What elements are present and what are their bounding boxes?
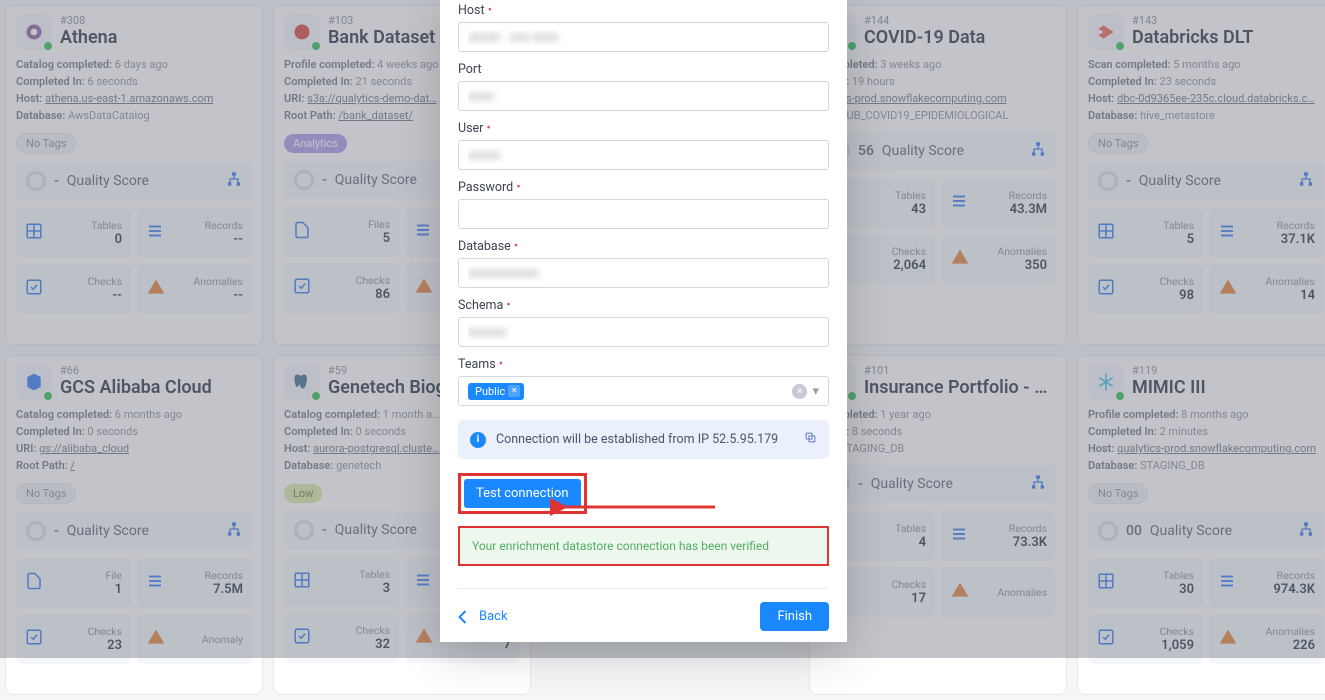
chip-remove-icon[interactable]: × — [508, 385, 520, 397]
info-icon: i — [470, 432, 486, 448]
clear-icon[interactable]: × — [792, 384, 807, 399]
schema-input[interactable] — [458, 317, 829, 347]
schema-label: Schema — [458, 298, 829, 313]
team-chip[interactable]: Public× — [468, 383, 524, 400]
teams-select[interactable]: Public× × ▾ — [458, 376, 829, 406]
password-label: Password — [458, 180, 829, 195]
port-input[interactable] — [458, 81, 829, 111]
ip-info-banner: i Connection will be established from IP… — [458, 420, 829, 459]
success-banner: Your enrichment datastore connection has… — [458, 526, 829, 566]
back-button[interactable]: Back — [458, 609, 508, 624]
host-label: Host — [458, 3, 829, 18]
database-input[interactable] — [458, 258, 829, 288]
database-label: Database — [458, 239, 829, 254]
port-label: Port — [458, 62, 829, 77]
callout-arrow — [550, 497, 720, 517]
copy-icon[interactable] — [804, 431, 817, 448]
user-label: User — [458, 121, 829, 136]
chevron-left-icon — [458, 610, 467, 624]
connection-modal: Host Port User Password Database Schema … — [440, 0, 847, 642]
user-input[interactable] — [458, 140, 829, 170]
teams-label: Teams — [458, 357, 829, 372]
host-input[interactable] — [458, 22, 829, 52]
chevron-down-icon[interactable]: ▾ — [812, 384, 819, 399]
password-input[interactable] — [458, 199, 829, 229]
finish-button[interactable]: Finish — [760, 602, 829, 631]
